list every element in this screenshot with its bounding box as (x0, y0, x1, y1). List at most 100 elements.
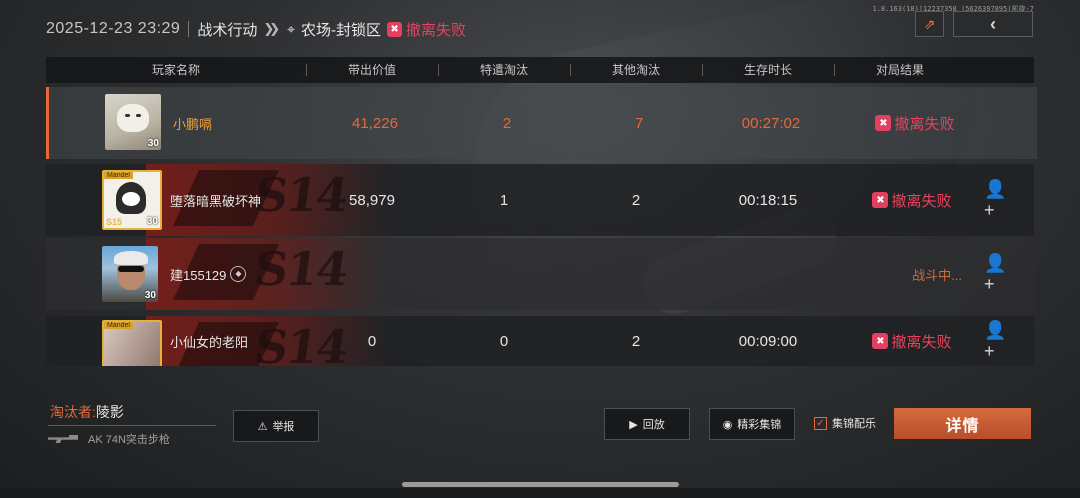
avatar[interactable]: 30 (105, 94, 161, 150)
eliminator-name[interactable]: 陵影 (96, 404, 124, 420)
other-kills: 2 (631, 191, 641, 209)
eliminator-info: 淘汰者:陵影 (50, 402, 124, 422)
fail-status-icon: ✖ (872, 333, 889, 349)
checkbox-checked-icon[interactable]: ✓ (814, 416, 827, 430)
map-location-icon: ⌖ (287, 20, 296, 37)
avatar-cat-face (117, 104, 149, 132)
result-label: 撤离失败 (894, 115, 955, 133)
share-icon: ⇗ (923, 15, 936, 32)
add-friend-button[interactable]: 👤+ (984, 238, 1012, 310)
fail-status-icon: ✖ (875, 115, 892, 131)
map-name: 农场-封锁区 (301, 21, 382, 39)
back-button[interactable]: ‹ (953, 11, 1033, 37)
replay-label: 回放 (642, 419, 665, 431)
bgm-label: 集锦配乐 (832, 418, 876, 430)
player-level: 30 (144, 290, 156, 301)
row-result: ✖ 撤离失败 (852, 164, 972, 236)
banner-season-label: S14 (250, 242, 350, 296)
col-result: 对局结果 (875, 63, 924, 77)
highlights-button[interactable]: ◉ 精彩集锦 (709, 408, 795, 440)
avatar-badge: Mandel (104, 322, 133, 329)
avatar-helmet (114, 251, 148, 265)
avatar-season: S15 (106, 217, 123, 227)
survival-time: 00:27:02 (741, 114, 801, 132)
home-indicator[interactable] (402, 482, 679, 487)
player-name: 小仙女的老阳 (170, 334, 249, 350)
squad-kills: 2 (502, 114, 512, 132)
match-datetime: 2025-12-23 23:29 (46, 20, 181, 37)
player-name: 建155129 (170, 267, 227, 283)
col-value: 带出价值 (347, 63, 396, 77)
header-divider (306, 64, 307, 76)
bottom-strip (0, 488, 1080, 498)
share-button[interactable]: ⇗ (915, 11, 944, 37)
report-label: 举报 (272, 421, 295, 433)
divider (188, 21, 190, 37)
result-label: 撤离失败 (891, 333, 952, 351)
bgm-toggle[interactable]: ✓ 集锦配乐 (814, 415, 876, 431)
row-result: ✖ 撤离失败 (855, 87, 975, 159)
game-mode: 战术行动 (197, 21, 258, 39)
add-friend-icon: 👤+ (984, 179, 1007, 220)
fail-status-icon: ✖ (872, 192, 889, 208)
avatar-eye (125, 114, 130, 117)
report-button[interactable]: ⚠ 举报 (233, 410, 319, 442)
table-row-self[interactable]: 30 小鹏嗝 41,226 2 7 00:27:02 ✖ 撤离失败 (46, 87, 1037, 159)
header-divider (834, 64, 835, 76)
scoreboard-table: 玩家名称 带出价值 特遣淘汰 其他淘汰 生存时长 对局结果 30 小鹏嗝 41,… (46, 57, 1037, 366)
col-squad-kills: 特遣淘汰 (479, 63, 528, 77)
other-kills: 7 (634, 114, 644, 132)
replay-icon: ▶ (629, 418, 638, 431)
player-name-wrap: 建155129 ◆ (170, 238, 247, 310)
chevron-right-icon: ❯❯ (263, 21, 280, 36)
add-friend-button[interactable]: 👤+ (984, 316, 1012, 366)
extract-value: 41,226 (352, 114, 398, 132)
header-divider (702, 64, 703, 76)
other-kills: 2 (631, 332, 641, 350)
table-row[interactable]: S14 Mandel S15 30 堕落暗黑破坏神 58,979 1 2 00:… (46, 164, 1034, 236)
extract-value: 0 (367, 332, 377, 350)
fail-status-icon: ✖ (387, 21, 403, 37)
table-row[interactable]: S14 30 建155129 ◆ 战斗中... 👤+ (46, 238, 1034, 310)
highlights-label: 精彩集锦 (737, 419, 782, 431)
avatar[interactable]: 30 (102, 246, 158, 302)
back-icon: ‹ (990, 13, 996, 34)
eliminator-label: 淘汰者: (50, 404, 96, 420)
match-header: 2025-12-23 23:29 战术行动 ❯❯ ⌖ 农场-封锁区 ✖ 撤离失败 (46, 16, 466, 42)
eliminator-weapon: AK 74N突击步枪 (48, 431, 170, 447)
avatar-face (122, 192, 140, 206)
details-button[interactable]: 详情 (894, 408, 1031, 439)
header-divider (438, 64, 439, 76)
survival-time: 00:09:00 (738, 332, 798, 350)
rank-badge-icon: ◆ (230, 266, 247, 282)
divider (48, 425, 216, 426)
squad-kills: 0 (499, 332, 509, 350)
avatar[interactable]: Mandel (102, 320, 162, 366)
add-friend-button[interactable]: 👤+ (984, 164, 1012, 236)
in-battle-status: 战斗中... (912, 267, 962, 283)
replay-button[interactable]: ▶ 回放 (604, 408, 690, 440)
row-result: ✖ 撤离失败 (852, 316, 972, 366)
table-row[interactable]: S14 Mandel 小仙女的老阳 0 0 2 00:09:00 ✖ 撤离失败 … (46, 316, 1034, 366)
add-friend-icon: 👤+ (984, 320, 1007, 361)
header-divider (570, 64, 571, 76)
squad-kills: 1 (499, 191, 509, 209)
col-survival: 生存时长 (743, 63, 792, 77)
extract-value: 58,979 (349, 191, 395, 209)
table-header: 玩家名称 带出价值 特遣淘汰 其他淘汰 生存时长 对局结果 (46, 57, 1034, 83)
avatar-badge: Mandel (104, 172, 133, 179)
player-name: 堕落暗黑破坏神 (170, 193, 262, 209)
player-name: 小鹏嗝 (173, 116, 213, 132)
result-label: 撤离失败 (891, 192, 952, 210)
weapon-name: AK 74N突击步枪 (88, 434, 170, 446)
rifle-icon (48, 435, 78, 443)
player-level: 30 (146, 216, 158, 227)
avatar-eye (136, 114, 141, 117)
avatar-glasses (118, 266, 144, 272)
survival-time: 00:18:15 (738, 191, 798, 209)
avatar[interactable]: Mandel S15 30 (102, 170, 162, 230)
add-friend-icon: 👤+ (984, 253, 1007, 294)
match-result: 撤离失败 (406, 21, 467, 39)
warning-icon: ⚠ (257, 420, 268, 433)
highlights-icon: ◉ (722, 418, 733, 431)
